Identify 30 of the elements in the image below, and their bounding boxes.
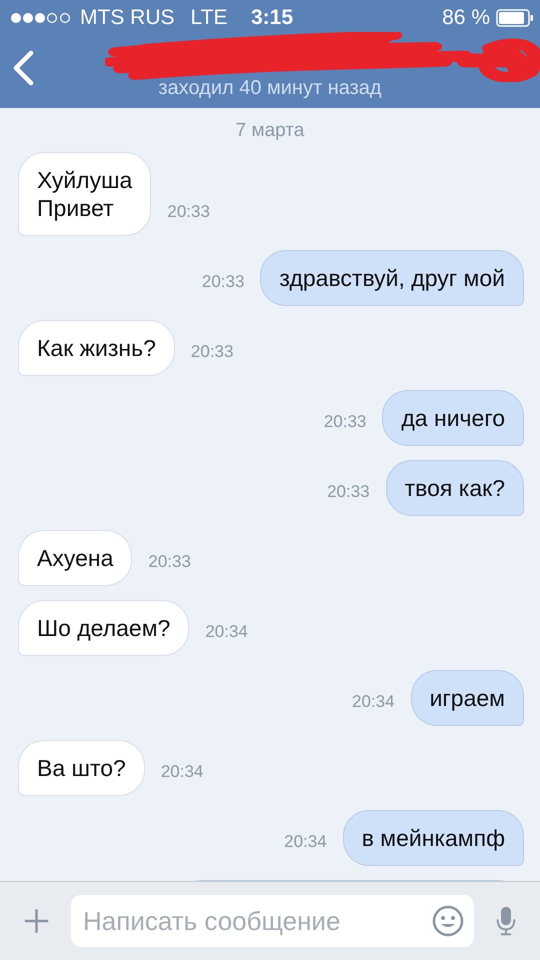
message-time: 20:34	[160, 762, 204, 783]
message-time: 20:34	[284, 832, 327, 853]
message-time: 20:33	[190, 342, 234, 363]
clock: 3:15	[250, 6, 294, 30]
network-type: LTE	[190, 6, 228, 30]
signal-icon	[10, 12, 72, 24]
battery-icon	[496, 9, 534, 27]
message-bubble: Шо делаем?	[18, 600, 190, 656]
message-time: 20:33	[202, 272, 244, 293]
message-bubble: играем	[410, 670, 524, 726]
message-time: 20:33	[167, 202, 210, 223]
battery-percent: 86 %	[442, 6, 490, 30]
emoji-icon[interactable]	[432, 905, 464, 937]
message-time: 20:33	[148, 552, 191, 573]
message-time: 20:33	[324, 412, 366, 433]
message-bubble: здравствуй, друг мой	[260, 250, 524, 306]
last-seen-status: заходил 40 минут назад	[158, 77, 382, 101]
message-bubble: Ва што?	[18, 740, 145, 796]
message-time: 20:34	[205, 622, 248, 643]
date-label: 7 марта	[236, 120, 304, 142]
message-bubble: Ахуена	[18, 530, 132, 586]
message-bubble: Хуйлуша Привет	[18, 152, 152, 236]
message-bubble: твоя как?	[386, 460, 524, 516]
message-time: 20:33	[327, 482, 370, 503]
message-bubble: Как жизнь?	[18, 320, 175, 376]
message-bubble: да ничего	[382, 390, 524, 446]
message-time: 20:34	[352, 692, 395, 713]
message-bubble: в мейнкампф	[342, 810, 524, 866]
carrier-name: MTS RUS	[80, 6, 174, 30]
message-input[interactable]: Написать сообщение	[71, 895, 474, 947]
